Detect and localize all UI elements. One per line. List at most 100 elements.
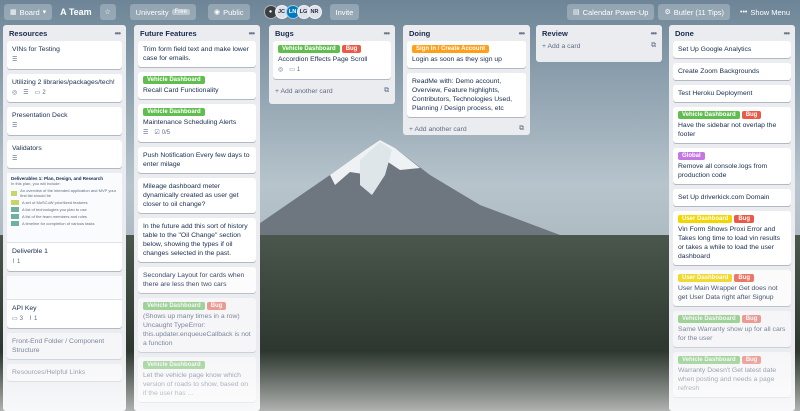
card[interactable]: API Key ▭ 3 ⌇ 1 bbox=[7, 276, 122, 328]
attachment-badge: ⌇ 1 bbox=[12, 258, 20, 267]
board-switcher-button[interactable]: ▦ Board ▾ bbox=[4, 4, 53, 20]
list-title: Resources bbox=[9, 28, 48, 38]
card[interactable]: Resources/Helpful Links bbox=[7, 364, 122, 381]
comment-badge: ▭ 2 bbox=[35, 89, 46, 98]
more-icon: ••• bbox=[740, 8, 748, 16]
card-title: ReadMe with: Demo account, Overview, Fea… bbox=[412, 78, 512, 112]
chevron-down-icon: ▾ bbox=[42, 8, 47, 16]
card[interactable]: Set Up Google Analytics bbox=[673, 41, 791, 58]
star-board-button[interactable]: ☆ bbox=[99, 4, 116, 20]
card[interactable]: Vehicle Dashboard Bug Accordion Effects … bbox=[273, 41, 391, 79]
list-menu-icon[interactable]: ••• bbox=[651, 29, 657, 38]
template-icon[interactable]: ⧉ bbox=[384, 87, 389, 95]
card-title: Create Zoom Backgrounds bbox=[678, 68, 760, 75]
board-title[interactable]: A Team bbox=[56, 4, 96, 20]
card[interactable]: Validators ☰ bbox=[7, 140, 122, 168]
card[interactable]: Secondary Layout for cards when there ar… bbox=[138, 267, 256, 293]
attachment-badge: ⌇ 1 bbox=[29, 315, 37, 324]
card[interactable]: Utilizing 2 libraries/packages/tech! ◎ ☰… bbox=[7, 74, 122, 102]
visibility-button[interactable]: ◉ Public bbox=[207, 4, 250, 20]
butler-button[interactable]: ⚙ Butler (11 Tips) bbox=[658, 4, 731, 20]
card[interactable]: Mileage dashboard meter dynamically crea… bbox=[138, 178, 256, 213]
invite-button[interactable]: Invite bbox=[329, 4, 360, 20]
card-title: Set Up driverkick.com Domain bbox=[678, 194, 770, 201]
card[interactable]: Vehicle Dashboard Bug Have the sidebar n… bbox=[673, 107, 791, 143]
template-icon[interactable]: ⧉ bbox=[519, 125, 524, 133]
calendar-powerup-label: Calendar Power-Up bbox=[582, 7, 649, 17]
card-title: Presentation Deck bbox=[12, 112, 68, 119]
calendar-powerup-button[interactable]: ▤ Calendar Power-Up bbox=[566, 4, 655, 20]
card[interactable]: ReadMe with: Demo account, Overview, Fea… bbox=[407, 73, 526, 117]
card[interactable]: Vehicle Dashboard Bug Warranty Doesn't G… bbox=[673, 352, 791, 397]
comment-badge: ▭ 1 bbox=[289, 66, 300, 75]
add-card-button[interactable]: + Add another card ⧉ bbox=[407, 122, 526, 135]
card[interactable]: Push Notification Every few days to ente… bbox=[138, 147, 256, 173]
list-menu-icon[interactable]: ••• bbox=[115, 29, 121, 38]
list-resources: Resources ••• VINs for Testing ☰ Utilizi… bbox=[3, 25, 126, 411]
add-card-button[interactable]: + Add a card ⧉ bbox=[540, 41, 658, 53]
card[interactable]: Vehicle Dashboard Maintenance Scheduling… bbox=[138, 104, 256, 142]
card-title: Utilizing 2 libraries/packages/tech! bbox=[12, 79, 115, 86]
card[interactable]: Global Remove all console.logs from prod… bbox=[673, 148, 791, 184]
card[interactable]: VINs for Testing ☰ bbox=[7, 41, 122, 69]
deliverable-line: A list of the team members and roles bbox=[22, 214, 87, 219]
list-menu-icon[interactable]: ••• bbox=[784, 29, 790, 38]
card[interactable]: Front-End Folder / Component Structure bbox=[7, 333, 122, 359]
list-header[interactable]: Future Features ••• bbox=[138, 25, 256, 41]
card[interactable]: User Dashboard Bug User Main Wrapper Get… bbox=[673, 270, 791, 306]
card-label: Vehicle Dashboard bbox=[143, 76, 205, 84]
card[interactable]: Sign In / Create Account Login as soon a… bbox=[407, 41, 526, 68]
card-title: Vin Form Shows Proxi Error and Takes lon… bbox=[678, 226, 781, 260]
card[interactable]: Test Heroku Deployment bbox=[673, 85, 791, 102]
card[interactable]: Vehicle Dashboard Bug (Shows up many tim… bbox=[138, 298, 256, 352]
card[interactable]: Vehicle Dashboard Let the vehicle page k… bbox=[138, 357, 256, 402]
board-switcher-label: Board bbox=[19, 7, 40, 17]
team-button[interactable]: University Free bbox=[129, 4, 196, 20]
butler-label: Butler (11 Tips) bbox=[673, 7, 725, 17]
description-icon: ☰ bbox=[12, 156, 18, 162]
card-label: Vehicle Dashboard bbox=[678, 356, 740, 364]
card[interactable]: Vehicle Dashboard Recall Card Functional… bbox=[138, 72, 256, 99]
avatar-photo-icon: ● bbox=[268, 9, 273, 15]
card-label: Global bbox=[678, 152, 705, 160]
card-label: Bug bbox=[206, 302, 227, 310]
plan-badge: Free bbox=[171, 9, 190, 15]
card[interactable]: User Dashboard Bug Vin Form Shows Proxi … bbox=[673, 211, 791, 265]
card-label: Bug bbox=[734, 274, 755, 282]
card-title: User Main Wrapper Get does not get User … bbox=[678, 285, 778, 301]
list-header[interactable]: Resources ••• bbox=[7, 25, 122, 41]
board-grid-icon: ▦ bbox=[10, 8, 17, 16]
card[interactable]: Vehicle Dashboard Bug Same Warranty show… bbox=[673, 311, 791, 347]
card-title: Have the sidebar not overlap the footer bbox=[678, 122, 777, 138]
add-card-label: Add another card bbox=[280, 87, 333, 95]
show-menu-button[interactable]: ••• Show Menu bbox=[734, 4, 796, 20]
list-header[interactable]: Review ••• bbox=[540, 25, 658, 41]
card-label: Vehicle Dashboard bbox=[143, 108, 205, 116]
card-label: Bug bbox=[734, 215, 755, 223]
add-card-button[interactable]: + Add another card ⧉ bbox=[273, 84, 391, 98]
card-title: Front-End Folder / Component Structure bbox=[12, 338, 105, 354]
list-header[interactable]: Done ••• bbox=[673, 25, 791, 41]
avatar[interactable]: NR bbox=[307, 5, 322, 19]
card[interactable]: Create Zoom Backgrounds bbox=[673, 63, 791, 80]
template-icon[interactable]: ⧉ bbox=[651, 42, 656, 50]
card-cover-image bbox=[7, 276, 122, 300]
card-title: Secondary Layout for cards when there ar… bbox=[143, 272, 245, 288]
list-menu-icon[interactable]: ••• bbox=[384, 29, 390, 38]
list-header[interactable]: Doing ••• bbox=[407, 25, 526, 41]
card[interactable]: Set Up driverkick.com Domain bbox=[673, 189, 791, 206]
list-header[interactable]: Bugs ••• bbox=[273, 25, 391, 41]
card[interactable]: In the future add this sort of history t… bbox=[138, 218, 256, 262]
butler-icon: ⚙ bbox=[664, 8, 671, 16]
list-menu-icon[interactable]: ••• bbox=[249, 29, 255, 38]
description-icon: ☰ bbox=[143, 130, 149, 136]
card-title: Let the vehicle page know which version … bbox=[143, 372, 249, 397]
card[interactable]: Presentation Deck ☰ bbox=[7, 107, 122, 135]
card-title: Test Heroku Deployment bbox=[678, 90, 753, 97]
description-icon: ☰ bbox=[23, 90, 29, 96]
checklist-count: 0/5 bbox=[161, 130, 171, 136]
card-title: VINs for Testing bbox=[12, 46, 60, 53]
card[interactable]: Trim form field text and make lower case… bbox=[138, 41, 256, 67]
list-menu-icon[interactable]: ••• bbox=[519, 29, 525, 38]
card[interactable]: Deliverables 1: Plan, Design, and Resear… bbox=[7, 173, 122, 271]
